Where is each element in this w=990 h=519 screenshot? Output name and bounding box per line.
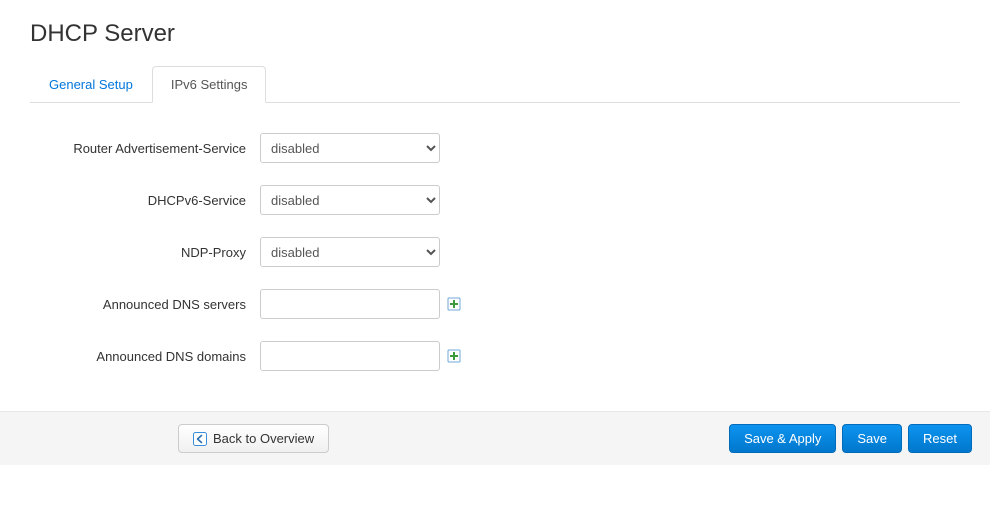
tab-ipv6-settings[interactable]: IPv6 Settings (152, 66, 267, 103)
dhcpv6-service-label: DHCPv6-Service (30, 193, 260, 208)
ra-service-label: Router Advertisement-Service (30, 141, 260, 156)
footer-bar: Back to Overview Save & Apply Save Reset (0, 411, 990, 465)
ndp-proxy-select[interactable]: disabled (260, 237, 440, 267)
save-button[interactable]: Save (842, 424, 902, 453)
dns-domains-label: Announced DNS domains (30, 349, 260, 364)
dhcpv6-service-select[interactable]: disabled (260, 185, 440, 215)
add-icon[interactable] (446, 296, 462, 312)
back-arrow-icon (193, 432, 207, 446)
save-apply-button[interactable]: Save & Apply (729, 424, 836, 453)
back-button-label: Back to Overview (213, 431, 314, 446)
dns-domains-input[interactable] (260, 341, 440, 371)
tab-general-setup[interactable]: General Setup (30, 66, 152, 103)
ndp-proxy-label: NDP-Proxy (30, 245, 260, 260)
page-title: DHCP Server (30, 20, 960, 48)
back-to-overview-button[interactable]: Back to Overview (178, 424, 329, 453)
dns-servers-label: Announced DNS servers (30, 297, 260, 312)
add-icon[interactable] (446, 348, 462, 364)
dns-servers-input[interactable] (260, 289, 440, 319)
reset-button[interactable]: Reset (908, 424, 972, 453)
ra-service-select[interactable]: disabled (260, 133, 440, 163)
tabs: General Setup IPv6 Settings (30, 66, 960, 103)
